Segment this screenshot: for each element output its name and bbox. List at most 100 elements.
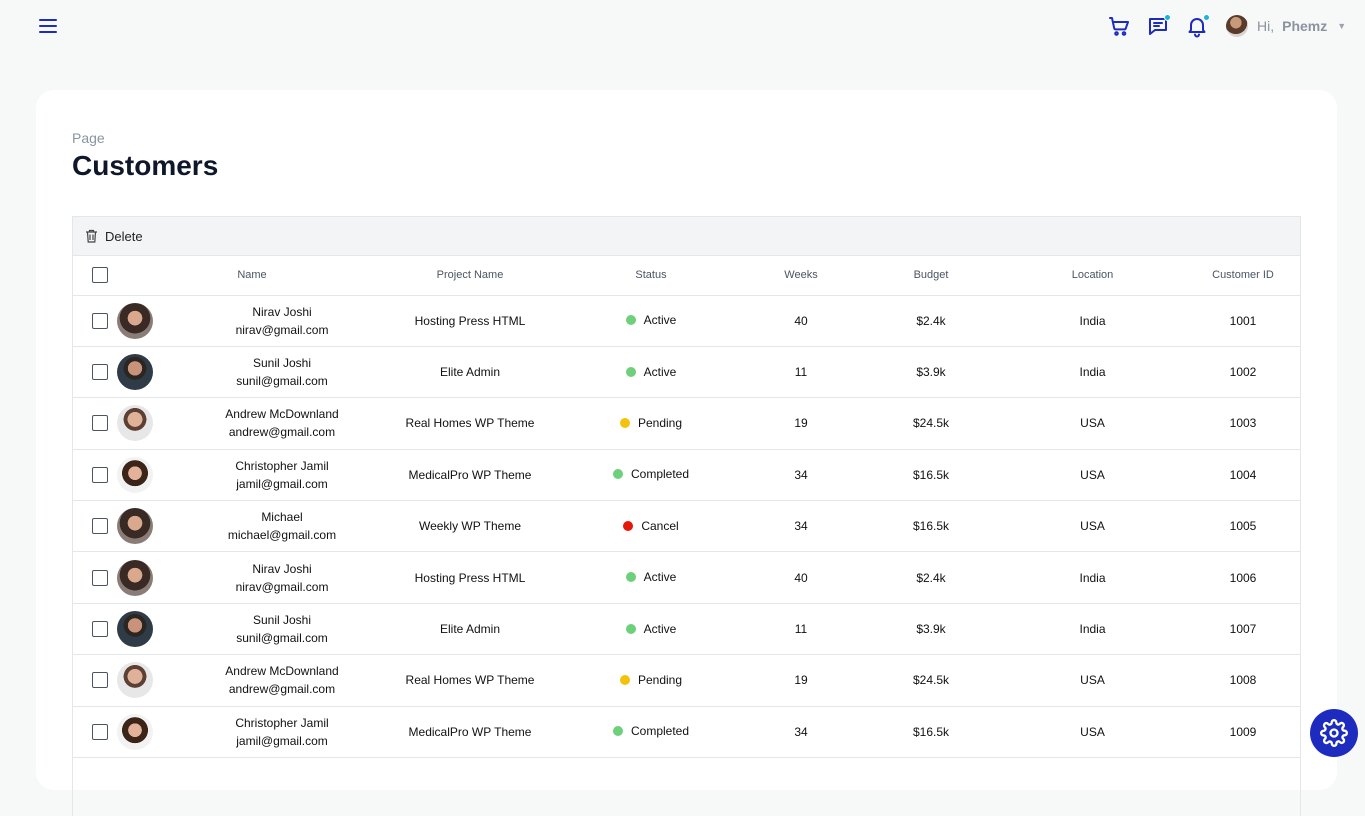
budget: $3.9k [863,346,999,399]
row-checkbox[interactable] [92,672,108,689]
status-label: Active [643,364,677,379]
status-badge: Pending [619,673,682,687]
row-checkbox[interactable] [92,312,108,329]
weeks: 19 [739,397,863,450]
project-name: Weekly WP Theme [377,500,563,553]
customer-email: sunil@gmail.com [236,374,328,389]
status-cell: Active [563,295,739,347]
settings-button[interactable] [1310,709,1358,757]
status-cell: Cancel [563,500,739,553]
status-dot [625,623,636,634]
budget: $24.5k [863,654,999,707]
customer-email: jamil@gmail.com [236,733,328,748]
table-row[interactable]: Andrew McDownland andrew@gmail.com Real Ho… [73,397,1300,450]
status-dot [625,572,636,583]
customer-email: nirav@gmail.com [235,579,329,594]
project-name: Hosting Press HTML [377,551,563,604]
row-checkbox[interactable] [92,518,108,535]
column-header[interactable]: Weeks [739,256,863,296]
name-cell: Andrew McDownland andrew@gmail.com [117,397,377,450]
customer-email: andrew@gmail.com [228,425,336,440]
status-dot [625,366,636,377]
chat-icon[interactable] [1146,14,1171,38]
weeks: 34 [739,449,863,502]
status-badge: Cancel [623,518,679,533]
column-header[interactable]: Name [127,256,377,296]
customer-id: 1004 [1186,449,1300,502]
location: USA [999,500,1186,553]
customer-name: Nirav Joshi [252,304,312,319]
weeks: 19 [739,654,863,707]
data-table: Name Project Name Status Weeks Budget Locatio… [73,256,1300,759]
location: USA [999,449,1186,502]
location: India [999,603,1186,656]
table-row[interactable]: Nirav Joshi nirav@gmail.com Hosting Press … [73,551,1300,604]
row-checkbox[interactable] [92,415,108,432]
status-badge: Active [625,621,677,636]
menu-icon[interactable] [39,19,57,35]
status-badge: Pending [619,415,683,430]
table-body: Nirav Joshi nirav@gmail.com Hosting Press … [73,295,1300,759]
row-checkbox[interactable] [92,466,108,483]
name-cell: Sunil Joshi sunil@gmail.com [117,346,377,399]
table-row[interactable]: Sunil Joshi sunil@gmail.com Elite Admin Act… [73,346,1300,399]
table-row[interactable]: Nirav Joshi nirav@gmail.com Hosting Press … [73,295,1300,347]
column-header[interactable]: Project Name [377,256,563,296]
select-all-cell [73,256,127,296]
status-cell: Active [563,346,739,399]
budget: $16.5k [863,449,999,502]
status-label: Cancel [641,518,679,533]
delete-label: Delete [105,228,143,244]
status-badge: Active [625,313,676,327]
avatar [117,508,153,545]
status-label: Completed [630,467,690,482]
delete-button[interactable]: Delete [85,229,143,244]
row-checkbox[interactable] [92,723,108,740]
chevron-down-icon: ▼ [1337,21,1347,31]
weeks: 34 [739,706,863,759]
status-cell: Pending [563,654,739,707]
customers-table: Delete Name Project Name Status Weeks Budget… [72,216,1301,816]
table-row[interactable]: Christopher Jamil jamil@gmail.com MedicalP… [73,706,1300,759]
avatar [1226,15,1248,37]
column-header[interactable]: Status [563,256,739,296]
status-dot [612,726,623,737]
select-all-checkbox[interactable] [92,267,108,284]
budget: $16.5k [863,500,999,553]
column-header[interactable]: Customer ID [1186,256,1300,296]
location: India [999,346,1186,399]
customer-name: Sunil Joshi [252,613,311,628]
column-header[interactable]: Location [999,256,1186,296]
name-cell: Andrew McDownland andrew@gmail.com [117,654,377,707]
status-label: Pending [637,415,683,430]
customer-email: michael@gmail.com [227,528,337,543]
avatar [117,405,153,442]
row-checkbox[interactable] [92,621,108,638]
avatar [117,456,153,493]
user-menu[interactable]: Hi, Phemz ▼ [1226,13,1346,39]
status-dot [612,469,623,480]
row-checkbox[interactable] [92,569,108,586]
customer-id: 1003 [1186,397,1300,450]
budget: $2.4k [863,295,999,347]
status-cell: Pending [563,397,739,450]
customer-id: 1005 [1186,500,1300,553]
cart-icon[interactable] [1107,14,1131,38]
name-cell: Nirav Joshi nirav@gmail.com [117,551,377,604]
table-row[interactable]: Sunil Joshi sunil@gmail.com Elite Admin Act… [73,603,1300,656]
customer-id: 1007 [1186,603,1300,656]
customer-id: 1008 [1186,654,1300,707]
row-checkbox[interactable] [92,364,108,381]
location: USA [999,654,1186,707]
customer-name: Nirav Joshi [252,561,312,576]
table-row[interactable]: Christopher Jamil jamil@gmail.com MedicalP… [73,449,1300,502]
customer-email: sunil@gmail.com [236,631,328,646]
column-header[interactable]: Budget [863,256,999,296]
chat-badge [1164,14,1171,21]
table-row[interactable]: Andrew McDownland andrew@gmail.com Real Ho… [73,654,1300,707]
status-dot [619,674,630,685]
bell-icon[interactable] [1185,14,1210,38]
status-label: Active [643,621,677,636]
project-name: MedicalPro WP Theme [377,706,563,759]
table-row[interactable]: Michael michael@gmail.com Weekly WP Theme C… [73,500,1300,553]
